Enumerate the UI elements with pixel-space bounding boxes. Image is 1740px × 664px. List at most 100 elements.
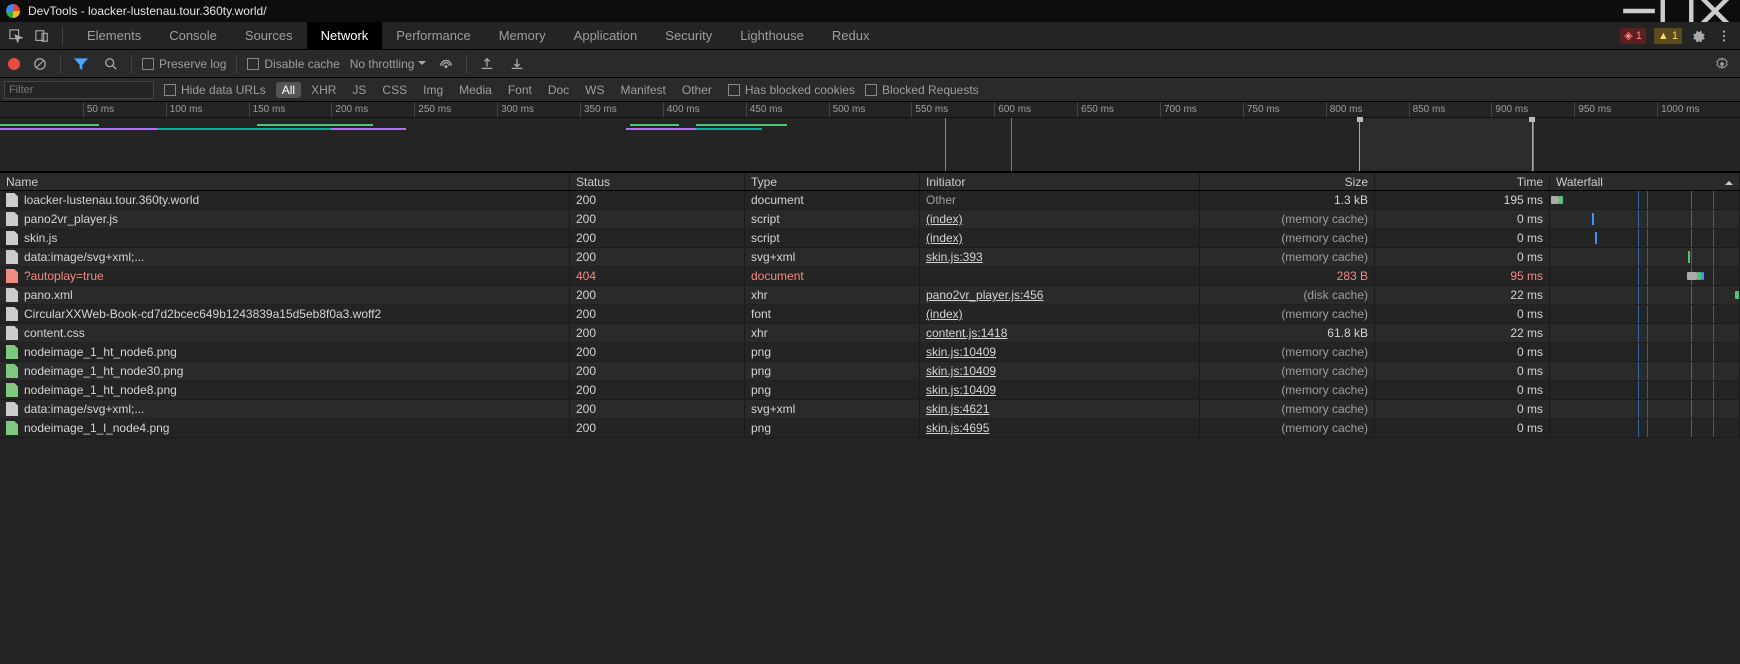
col-name[interactable]: Name [0,173,570,190]
col-type[interactable]: Type [745,173,920,190]
table-row[interactable]: nodeimage_1_ht_node30.png200pngskin.js:1… [0,362,1740,381]
window-maximize-button[interactable] [1658,0,1696,22]
error-count-badge[interactable]: ◈ 1 [1620,28,1646,44]
table-row[interactable]: ?autoplay=true404document283 B95 ms [0,267,1740,286]
tab-network[interactable]: Network [307,22,383,49]
type-filter-all[interactable]: All [276,82,301,98]
table-row[interactable]: pano2vr_player.js200script(index)(memory… [0,210,1740,229]
selection-handle-right[interactable] [1529,117,1535,122]
type-filter-media[interactable]: Media [453,82,498,98]
type-filter-xhr[interactable]: XHR [305,82,342,98]
type-filter-css[interactable]: CSS [376,82,413,98]
cell-initiator[interactable]: skin.js:4621 [920,400,1200,418]
import-har-icon[interactable] [477,54,497,74]
table-row[interactable]: data:image/svg+xml;...200svg+xmlskin.js:… [0,400,1740,419]
tab-console[interactable]: Console [155,22,231,49]
cell-initiator[interactable]: content.js:1418 [920,324,1200,342]
cell-initiator[interactable]: (index) [920,305,1200,323]
more-menu-icon[interactable] [1714,26,1734,46]
tab-application[interactable]: Application [560,22,652,49]
col-initiator[interactable]: Initiator [920,173,1200,190]
selection-handle-left[interactable] [1357,117,1363,122]
export-har-icon[interactable] [507,54,527,74]
col-size[interactable]: Size [1200,173,1375,190]
table-row[interactable]: nodeimage_1_l_node4.png200pngskin.js:469… [0,419,1740,438]
waterfall-marker [1713,362,1714,380]
tab-lighthouse[interactable]: Lighthouse [726,22,818,49]
network-settings-gear-icon[interactable] [1712,54,1732,74]
type-filter-doc[interactable]: Doc [542,82,575,98]
search-icon[interactable] [101,54,121,74]
overview-marker [1533,118,1534,171]
clear-button[interactable] [30,54,50,74]
table-row[interactable]: CircularXXWeb-Book-cd7d2bcec649b1243839a… [0,305,1740,324]
cell-initiator[interactable]: skin.js:4695 [920,419,1200,437]
throttling-select[interactable]: No throttling [350,57,427,71]
tab-elements[interactable]: Elements [73,22,155,49]
network-conditions-icon[interactable] [436,54,456,74]
tab-sources[interactable]: Sources [231,22,307,49]
ruler-tick: 850 ms [1409,102,1446,117]
table-row[interactable]: pano.xml200xhrpano2vr_player.js:456(disk… [0,286,1740,305]
timeline-overview[interactable] [0,118,1740,172]
cell-status: 200 [570,343,745,361]
inspect-element-icon[interactable] [6,26,26,46]
ruler-tick: 250 ms [414,102,451,117]
cell-initiator[interactable]: (index) [920,210,1200,228]
cell-size: (memory cache) [1200,419,1375,437]
cell-initiator[interactable]: pano2vr_player.js:456 [920,286,1200,304]
cell-initiator[interactable]: skin.js:10409 [920,381,1200,399]
tab-memory[interactable]: Memory [485,22,560,49]
disable-cache-checkbox[interactable]: Disable cache [247,57,339,71]
has-blocked-cookies-checkbox[interactable]: Has blocked cookies [728,83,855,97]
cell-initiator[interactable]: skin.js:10409 [920,362,1200,380]
type-filter-js[interactable]: JS [346,82,372,98]
ruler-tick: 400 ms [663,102,700,117]
window-title: DevTools - loacker-lustenau.tour.360ty.w… [28,4,267,18]
table-row[interactable]: nodeimage_1_ht_node6.png200pngskin.js:10… [0,343,1740,362]
col-waterfall[interactable]: Waterfall [1550,173,1740,190]
table-row[interactable]: nodeimage_1_ht_node8.png200pngskin.js:10… [0,381,1740,400]
settings-gear-icon[interactable] [1688,26,1708,46]
filter-toggle-icon[interactable] [71,54,91,74]
table-row[interactable]: data:image/svg+xml;...200svg+xmlskin.js:… [0,248,1740,267]
overview-selection[interactable] [1359,118,1533,171]
blocked-requests-checkbox[interactable]: Blocked Requests [865,83,979,97]
tab-security[interactable]: Security [651,22,726,49]
timeline-ruler[interactable]: 50 ms100 ms150 ms200 ms250 ms300 ms350 m… [0,102,1740,118]
preserve-log-checkbox[interactable]: Preserve log [142,57,226,71]
cell-initiator[interactable]: skin.js:10409 [920,343,1200,361]
cell-type: png [745,343,920,361]
record-button[interactable] [8,58,20,70]
type-filter-font[interactable]: Font [502,82,538,98]
type-filter-manifest[interactable]: Manifest [615,82,672,98]
device-toolbar-icon[interactable] [32,26,52,46]
window-minimize-button[interactable] [1620,0,1658,22]
tab-redux[interactable]: Redux [818,22,884,49]
cell-initiator[interactable]: skin.js:393 [920,248,1200,266]
table-row[interactable]: skin.js200script(index)(memory cache)0 m… [0,229,1740,248]
type-filter-img[interactable]: Img [417,82,449,98]
warning-count-badge[interactable]: ▲ 1 [1654,28,1682,44]
cell-status: 200 [570,362,745,380]
waterfall-marker [1647,343,1648,361]
col-time[interactable]: Time [1375,173,1550,190]
tab-performance[interactable]: Performance [382,22,484,49]
type-filter-ws[interactable]: WS [579,82,610,98]
type-filter-other[interactable]: Other [676,82,718,98]
cell-initiator[interactable]: (index) [920,229,1200,247]
cell-type: png [745,381,920,399]
cell-type: svg+xml [745,248,920,266]
table-row[interactable]: content.css200xhrcontent.js:141861.8 kB2… [0,324,1740,343]
cell-initiator [920,267,1200,285]
ruler-tick: 1000 ms [1657,102,1699,117]
filter-input[interactable] [4,81,154,99]
request-name: data:image/svg+xml;... [24,402,144,416]
table-header[interactable]: Name Status Type Initiator Size Time Wat… [0,172,1740,191]
window-close-button[interactable] [1696,0,1734,22]
cell-status: 200 [570,191,745,209]
hide-data-urls-checkbox[interactable]: Hide data URLs [164,83,266,97]
table-row[interactable]: loacker-lustenau.tour.360ty.world200docu… [0,191,1740,210]
col-status[interactable]: Status [570,173,745,190]
overview-bar [696,124,787,126]
